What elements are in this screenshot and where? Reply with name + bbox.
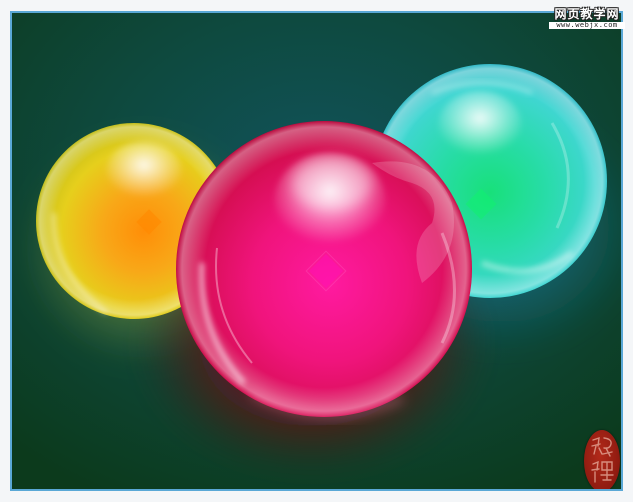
red-seal-stamp [584,430,620,489]
watermark-title: 网页教学网 [554,7,620,21]
watermark-url: www.webjx.com [549,22,625,29]
pink-red-sphere [176,121,472,418]
glossy-spheres-artwork [12,13,621,489]
seal-glyphs [591,436,614,483]
site-watermark: 网页教学网 www.webjx.com [549,8,625,29]
artwork-canvas [10,11,623,491]
image-frame: 网页教学网 www.webjx.com [0,0,633,502]
